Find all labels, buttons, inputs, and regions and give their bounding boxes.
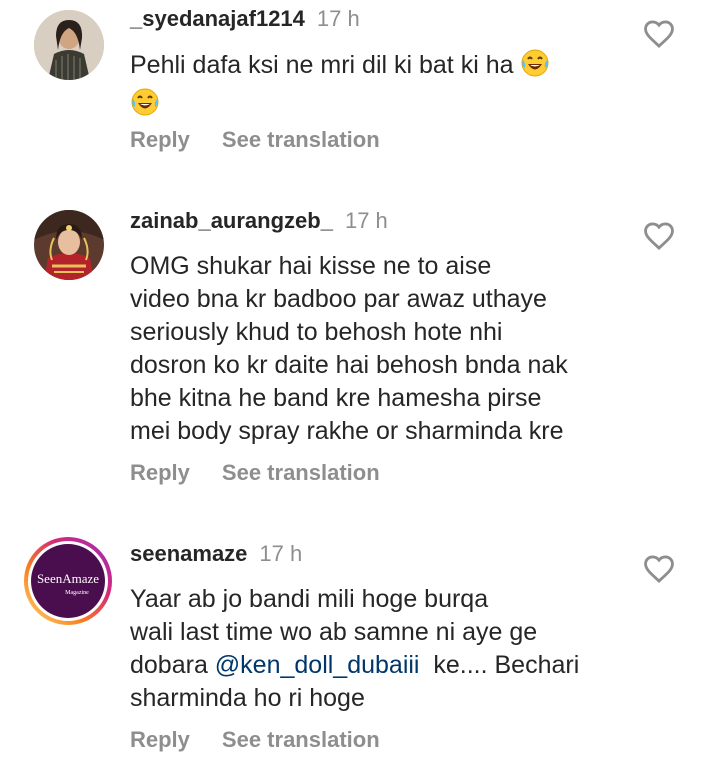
comment-timestamp: 17 h	[316, 6, 360, 31]
reply-button[interactable]: Reply	[130, 127, 190, 152]
comment-timestamp: 17 h	[259, 541, 303, 566]
heart-outline-icon[interactable]	[642, 552, 676, 586]
comment-line: video bna kr badboo par awaz uthaye	[130, 285, 547, 313]
username-text[interactable]: _syedanajaf1214	[130, 6, 305, 31]
face-with-tears-of-joy-icon	[520, 48, 550, 87]
comment-line: wali last time wo ab samne ni aye ge	[130, 618, 538, 646]
username-text[interactable]: zainab_aurangzeb_	[130, 208, 333, 233]
comment-line	[130, 87, 550, 126]
comment-text: OMG shukar hai kisse ne to aise video bn…	[130, 250, 568, 448]
comment-username[interactable]: zainab_aurangzeb_ 17 h	[130, 208, 388, 234]
avatar-logo-text: SeenAmaze	[37, 571, 99, 586]
comment-actions: Reply See translation	[130, 127, 380, 153]
comment-actions: Reply See translation	[130, 727, 380, 753]
avatar-photo: SeenAmaze Magazine	[24, 537, 112, 625]
see-translation-button[interactable]: See translation	[222, 727, 380, 752]
heart-outline-icon[interactable]	[642, 219, 676, 253]
comment-text: Yaar ab jo bandi mili hoge burqa wali la…	[130, 583, 579, 715]
avatar[interactable]	[34, 10, 104, 80]
comment-line: Yaar ab jo bandi mili hoge burqa	[130, 585, 489, 613]
comment-text: Pehli dafa ksi ne mri dil ki bat ki ha	[130, 48, 550, 126]
see-translation-button[interactable]: See translation	[222, 460, 380, 485]
comment-line: Pehli dafa ksi ne mri dil ki bat ki ha	[130, 48, 550, 87]
avatar-photo	[34, 210, 104, 280]
comment-line: OMG shukar hai kisse ne to aise	[130, 252, 492, 280]
comment-line: dosron ko kr daite hai behosh bnda nak	[130, 351, 568, 379]
comment-actions: Reply See translation	[130, 460, 380, 486]
avatar-logo-subtext: Magazine	[65, 590, 89, 596]
comment-line: seriously khud to behosh hote nhi	[130, 318, 503, 346]
comment-username[interactable]: seenamaze 17 h	[130, 541, 302, 567]
reply-button[interactable]: Reply	[130, 727, 190, 752]
comment-line: sharminda ho ri hoge	[130, 684, 365, 712]
username-text[interactable]: seenamaze	[130, 541, 247, 566]
mention-link[interactable]: @ken_doll_dubaiii	[215, 651, 420, 679]
comment-line: mei body spray rakhe or sharminda kre	[130, 417, 564, 445]
avatar-photo	[34, 10, 104, 80]
see-translation-button[interactable]: See translation	[222, 127, 380, 152]
comment-username[interactable]: _syedanajaf1214 17 h	[130, 6, 360, 32]
face-with-tears-of-joy-icon	[130, 87, 160, 126]
comment-line: bhe kitna he band kre hamesha pirse	[130, 384, 542, 412]
heart-outline-icon[interactable]	[642, 17, 676, 51]
comment-line: dobara @ken_doll_dubaiii ke.... Bechari	[130, 651, 580, 679]
avatar[interactable]: SeenAmaze Magazine	[23, 536, 113, 626]
reply-button[interactable]: Reply	[130, 460, 190, 485]
avatar[interactable]	[34, 210, 104, 280]
comment-timestamp: 17 h	[344, 208, 388, 233]
